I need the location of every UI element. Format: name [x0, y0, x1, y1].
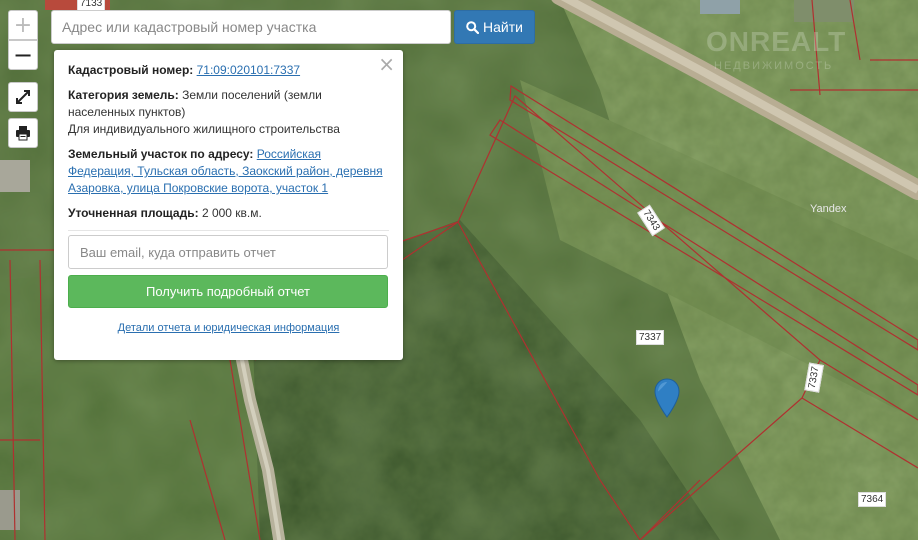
fullscreen-button[interactable]: [8, 82, 38, 112]
area-label: Уточненная площадь:: [68, 206, 199, 220]
area-row: Уточненная площадь: 2 000 кв.м.: [68, 205, 389, 222]
cadastral-row: Кадастровый номер: 71:09:020101:7337: [68, 62, 389, 79]
search-input[interactable]: [51, 10, 451, 44]
search-button-label: Найти: [483, 19, 523, 35]
map-provider-label: Yandex: [810, 203, 847, 215]
parcel-label-7337: 7337: [636, 330, 665, 345]
address-label: Земельный участок по адресу:: [68, 147, 254, 161]
search-icon: [466, 20, 480, 34]
watermark-logo: ONREALT: [706, 26, 847, 57]
area-value: 2 000 кв.м.: [201, 206, 262, 220]
print-icon: [16, 126, 30, 141]
watermark-subtitle: НЕДВИЖИМОСТЬ: [714, 60, 834, 72]
parcel-label-7364: 7364: [858, 492, 887, 507]
search-button[interactable]: Найти: [454, 10, 535, 44]
zoom-out-button[interactable]: −: [8, 40, 38, 70]
usage-value: Для индивидуального жилищного строительс…: [68, 122, 340, 136]
category-row: Категория земель: Земли поселений (земли…: [68, 87, 389, 138]
cadastral-number-link[interactable]: 71:09:020101:7337: [197, 63, 300, 77]
address-row: Земельный участок по адресу: Российская …: [68, 146, 389, 197]
zoom-in-button[interactable]: +: [8, 10, 38, 40]
parcel-info-popup: × Кадастровый номер: 71:09:020101:7337 К…: [54, 50, 403, 360]
cadastral-label: Кадастровый номер:: [68, 63, 194, 77]
map-pin-icon[interactable]: [654, 378, 680, 418]
print-button[interactable]: [8, 118, 38, 148]
close-icon[interactable]: ×: [378, 54, 395, 74]
get-report-button[interactable]: Получить подробный отчет: [68, 275, 388, 308]
divider: [68, 230, 389, 231]
email-field[interactable]: [68, 235, 388, 269]
expand-icon: [16, 90, 30, 104]
category-label: Категория земель:: [68, 88, 179, 102]
report-details-link[interactable]: Детали отчета и юридическая информация: [68, 320, 389, 337]
